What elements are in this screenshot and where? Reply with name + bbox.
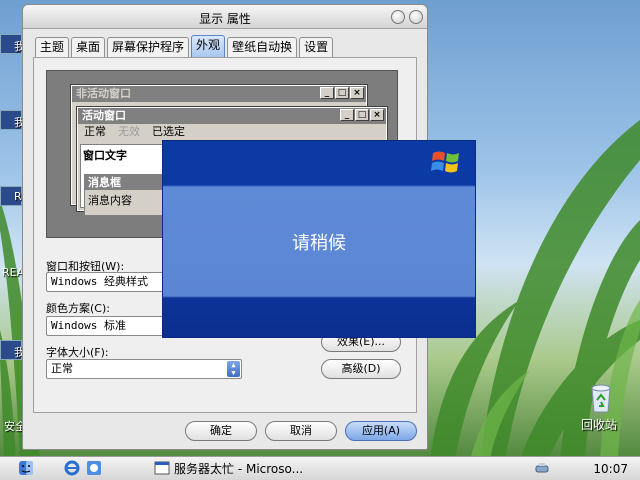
maximize-icon: □	[335, 87, 349, 99]
taskbar: 服务器太忙 - Microso... 10:07	[0, 456, 640, 480]
tab-desktop[interactable]: 桌面	[71, 37, 106, 57]
recycle-bin-label: 回收站	[581, 418, 618, 432]
network-tray-icon[interactable]	[534, 460, 550, 476]
font-size-select[interactable]: 正常 ▲ ▼	[46, 359, 242, 379]
dialog-title: 显示 属性	[199, 12, 251, 26]
desktop-icon-label: REA	[2, 266, 25, 279]
internet-explorer-icon[interactable]	[64, 460, 80, 476]
tab-themes[interactable]: 主题	[35, 37, 70, 57]
maximize-icon: □	[355, 109, 369, 121]
minimize-circle-button[interactable]	[391, 10, 405, 24]
color-scheme-label: 颜色方案(C):	[46, 302, 110, 315]
close-circle-button[interactable]	[409, 10, 423, 24]
preview-caption-buttons: _ □ ×	[339, 109, 384, 121]
color-scheme-value: Windows 标准	[51, 319, 126, 332]
close-icon: ×	[350, 87, 364, 99]
preview-active-caption: 活动窗口 _ □ ×	[78, 108, 386, 124]
preview-inactive-title: 非活动窗口	[76, 87, 131, 100]
taskbar-task-button[interactable]: 服务器太忙 - Microso...	[174, 460, 303, 478]
windows-logo-icon	[431, 151, 459, 173]
cancel-button[interactable]: 取消	[265, 421, 337, 441]
preview-inactive-caption: 非活动窗口 _ □ ×	[72, 86, 366, 102]
preview-caption-buttons: _ □ ×	[319, 87, 364, 99]
tab-strip: 主题 桌面 屏幕保护程序 外观 壁纸自动换 设置	[35, 35, 335, 57]
preview-menu-selected: 已选定	[152, 125, 185, 138]
quick-launch-icon[interactable]	[86, 460, 102, 476]
preview-active-title: 活动窗口	[82, 109, 126, 122]
dialog-titlebar[interactable]: 显示 属性	[23, 5, 427, 29]
font-size-value: 正常	[51, 362, 73, 375]
tab-appearance[interactable]: 外观	[191, 35, 226, 57]
recycle-bin-icon[interactable]	[584, 380, 618, 414]
taskbar-clock: 10:07	[593, 462, 628, 476]
apply-button[interactable]: 应用(A)	[345, 421, 417, 441]
tab-screensaver[interactable]: 屏幕保护程序	[107, 37, 190, 57]
preview-menu-normal: 正常	[84, 125, 106, 138]
close-icon: ×	[370, 109, 384, 121]
finder-face-icon[interactable]	[18, 460, 34, 476]
preview-menubar: 正常 无效 已选定	[78, 124, 386, 140]
tab-wallpaper-changer[interactable]: 壁纸自动换	[227, 37, 298, 57]
minimize-icon: _	[320, 87, 334, 99]
minimize-icon: _	[340, 109, 354, 121]
desktop-icon-label: R	[14, 190, 22, 203]
ok-button[interactable]: 确定	[185, 421, 257, 441]
please-wait-message: 请稍候	[292, 233, 346, 254]
tab-settings[interactable]: 设置	[299, 37, 334, 57]
font-size-label: 字体大小(F):	[46, 346, 109, 359]
advanced-button[interactable]: 高级(D)	[321, 359, 401, 379]
preview-menu-disabled: 无效	[118, 125, 140, 138]
window-task-icon	[154, 461, 170, 475]
updown-arrow-icon: ▲ ▼	[227, 361, 240, 377]
windows-buttons-value: Windows 经典样式	[51, 275, 148, 288]
please-wait-dialog: 请稍候	[162, 140, 476, 338]
